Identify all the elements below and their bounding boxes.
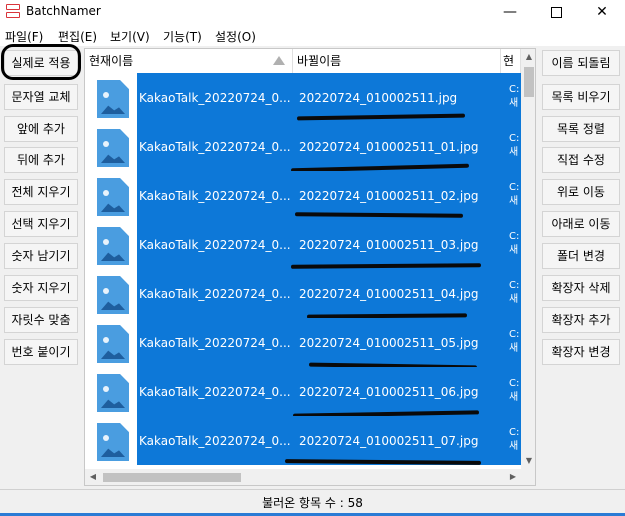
prepend-button[interactable]: 앞에 추가 (4, 116, 78, 142)
path-cell: C: 새 (509, 329, 520, 354)
new-name-cell: 20220724_010002511_02.jpg (299, 189, 479, 203)
list-item[interactable]: KakaoTalk_20220724_0... 20220724_0100025… (85, 416, 521, 465)
path-cell: C: 새 (509, 378, 520, 403)
title-bar: BatchNamer — ✕ (0, 0, 625, 24)
menu-edit[interactable]: 편집(E) (58, 28, 97, 45)
current-name-cell: KakaoTalk_20220724_0... (139, 238, 291, 252)
scroll-down-icon[interactable]: ▼ (521, 453, 535, 469)
image-file-icon (97, 227, 129, 265)
current-name-cell: KakaoTalk_20220724_0... (139, 91, 291, 105)
maximize-button[interactable] (533, 0, 579, 24)
menu-view[interactable]: 보기(V) (110, 28, 150, 45)
current-name-cell: KakaoTalk_20220724_0... (139, 140, 291, 154)
column-header-path[interactable]: 현 (501, 49, 521, 73)
edit-direct-button[interactable]: 직접 수정 (542, 147, 620, 173)
path-cell: C: 새 (509, 84, 520, 109)
revert-name-button[interactable]: 이름 되돌림 (542, 50, 620, 76)
current-name-cell: KakaoTalk_20220724_0... (139, 189, 291, 203)
minimize-icon: — (503, 4, 517, 20)
clear-list-button[interactable]: 목록 비우기 (542, 84, 620, 110)
maximize-icon (550, 6, 562, 18)
list-item[interactable]: KakaoTalk_20220724_0... 20220724_0100025… (85, 220, 521, 269)
minimize-button[interactable]: — (487, 0, 533, 24)
window-title: BatchNamer (26, 4, 101, 18)
add-extension-button[interactable]: 확장자 추가 (542, 307, 620, 333)
column-header-label: 현재이름 (89, 54, 134, 68)
path-cell: C: 새 (509, 182, 520, 207)
current-name-cell: KakaoTalk_20220724_0... (139, 434, 291, 448)
file-list[interactable]: 현재이름 바뀔이름 현 KakaoTalk_20220724_0... 2022… (84, 48, 536, 486)
list-item[interactable]: KakaoTalk_20220724_0... 20220724_0100025… (85, 73, 521, 122)
status-bar: 불러온 항목 수 : 58 (0, 489, 625, 513)
move-up-button[interactable]: 위로 이동 (542, 179, 620, 205)
new-name-cell: 20220724_010002511_05.jpg (299, 336, 479, 350)
image-file-icon (97, 325, 129, 363)
path-cell: C: 새 (509, 133, 520, 158)
path-cell: C: 새 (509, 280, 520, 305)
change-folder-button[interactable]: 폴더 변경 (542, 243, 620, 269)
change-extension-button[interactable]: 확장자 변경 (542, 339, 620, 365)
menu-tools[interactable]: 기능(T) (163, 28, 202, 45)
clear-all-button[interactable]: 전체 지우기 (4, 179, 78, 205)
scroll-left-icon[interactable]: ◀ (85, 469, 101, 485)
image-file-icon (97, 129, 129, 167)
list-item[interactable]: KakaoTalk_20220724_0... 20220724_0100025… (85, 318, 521, 370)
list-item[interactable]: KakaoTalk_20220724_0... 20220724_0100025… (85, 171, 521, 220)
annotation-circle (1, 44, 81, 80)
scroll-up-icon[interactable]: ▲ (521, 49, 535, 65)
image-file-icon (97, 374, 129, 412)
path-cell: C: 새 (509, 427, 520, 452)
list-item[interactable]: KakaoTalk_20220724_0... 20220724_0100025… (85, 269, 521, 319)
remove-numbers-button[interactable]: 숫자 지우기 (4, 275, 78, 301)
new-name-cell: 20220724_010002511.jpg (299, 91, 458, 105)
current-name-cell: KakaoTalk_20220724_0... (139, 336, 291, 350)
replace-string-button[interactable]: 문자열 교체 (4, 84, 78, 110)
menu-settings[interactable]: 설정(O) (215, 28, 256, 45)
pad-digits-button[interactable]: 자릿수 맞춤 (4, 307, 78, 333)
scroll-corner (521, 469, 535, 485)
sort-ascending-icon (273, 56, 285, 65)
new-name-cell: 20220724_010002511_03.jpg (299, 238, 479, 252)
horizontal-scroll-thumb[interactable] (103, 473, 241, 482)
move-down-button[interactable]: 아래로 이동 (542, 211, 620, 237)
current-name-cell: KakaoTalk_20220724_0... (139, 287, 291, 301)
new-name-cell: 20220724_010002511_06.jpg (299, 385, 479, 399)
horizontal-scrollbar[interactable]: ◀ ▶ (85, 469, 521, 485)
column-header-new-name[interactable]: 바뀔이름 (293, 49, 501, 73)
list-item[interactable]: KakaoTalk_20220724_0... 20220724_0100025… (85, 367, 521, 418)
close-button[interactable]: ✕ (579, 0, 625, 24)
image-file-icon (97, 80, 129, 118)
image-file-icon (97, 178, 129, 216)
close-icon: ✕ (596, 4, 608, 20)
app-icon (6, 4, 20, 19)
new-name-cell: 20220724_010002511_04.jpg (299, 287, 479, 301)
menu-bar: 파일(F) 편집(E) 보기(V) 기능(T) 설정(O) (0, 24, 625, 46)
keep-numbers-button[interactable]: 숫자 남기기 (4, 243, 78, 269)
scroll-right-icon[interactable]: ▶ (505, 469, 521, 485)
vertical-scroll-thumb[interactable] (524, 67, 534, 97)
vertical-scrollbar[interactable]: ▲ ▼ (521, 49, 535, 469)
new-name-cell: 20220724_010002511_01.jpg (299, 140, 479, 154)
append-button[interactable]: 뒤에 추가 (4, 147, 78, 173)
image-file-icon (97, 423, 129, 461)
menu-file[interactable]: 파일(F) (5, 28, 43, 45)
current-name-cell: KakaoTalk_20220724_0... (139, 385, 291, 399)
new-name-cell: 20220724_010002511_07.jpg (299, 434, 479, 448)
image-file-icon (97, 276, 129, 314)
path-cell: C: 새 (509, 231, 520, 256)
list-item[interactable]: KakaoTalk_20220724_0... 20220724_0100025… (85, 122, 521, 173)
item-count-status: 불러온 항목 수 : 58 (262, 496, 363, 510)
sort-list-button[interactable]: 목록 정렬 (542, 116, 620, 142)
delete-extension-button[interactable]: 확장자 삭제 (542, 275, 620, 301)
clear-selected-button[interactable]: 선택 지우기 (4, 211, 78, 237)
column-header-current-name[interactable]: 현재이름 (85, 49, 293, 73)
numbering-button[interactable]: 번호 붙이기 (4, 339, 78, 365)
